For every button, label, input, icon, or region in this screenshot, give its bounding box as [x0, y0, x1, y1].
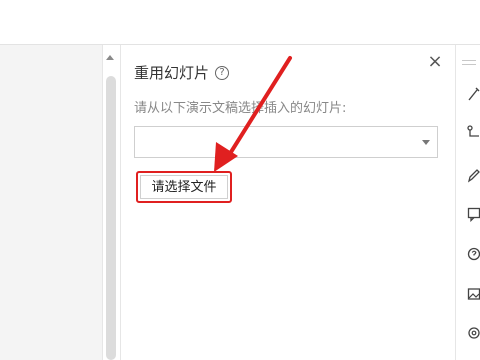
instruction-text: 请从以下演示文稿选择插入的幻灯片: — [134, 101, 347, 116]
choose-file-button[interactable]: 请选择文件 — [140, 175, 228, 199]
magic-icon[interactable] — [467, 86, 480, 102]
toolbar-grip-line — [462, 64, 476, 65]
toolbar-grip — [462, 60, 476, 61]
settings-icon[interactable] — [467, 325, 480, 341]
presentation-dropdown[interactable] — [134, 126, 438, 158]
comment-icon[interactable] — [467, 206, 480, 222]
panel-title-text: 重用幻灯片 — [134, 64, 210, 82]
scroll-up-icon[interactable] — [106, 55, 114, 60]
slide-thumbnail-pane[interactable] — [0, 45, 102, 360]
close-icon[interactable]: × — [426, 53, 444, 71]
top-toolbar — [0, 0, 480, 44]
connector-icon[interactable] — [467, 124, 480, 140]
help-circle-icon[interactable] — [467, 246, 480, 262]
chevron-down-icon[interactable] — [422, 140, 430, 145]
scrollbar-thumb[interactable] — [106, 76, 116, 360]
help-icon[interactable]: ? — [215, 65, 230, 80]
pen-icon[interactable] — [467, 167, 480, 183]
image-icon[interactable] — [467, 286, 480, 302]
panel-title: 重用幻灯片 ? — [134, 62, 230, 83]
